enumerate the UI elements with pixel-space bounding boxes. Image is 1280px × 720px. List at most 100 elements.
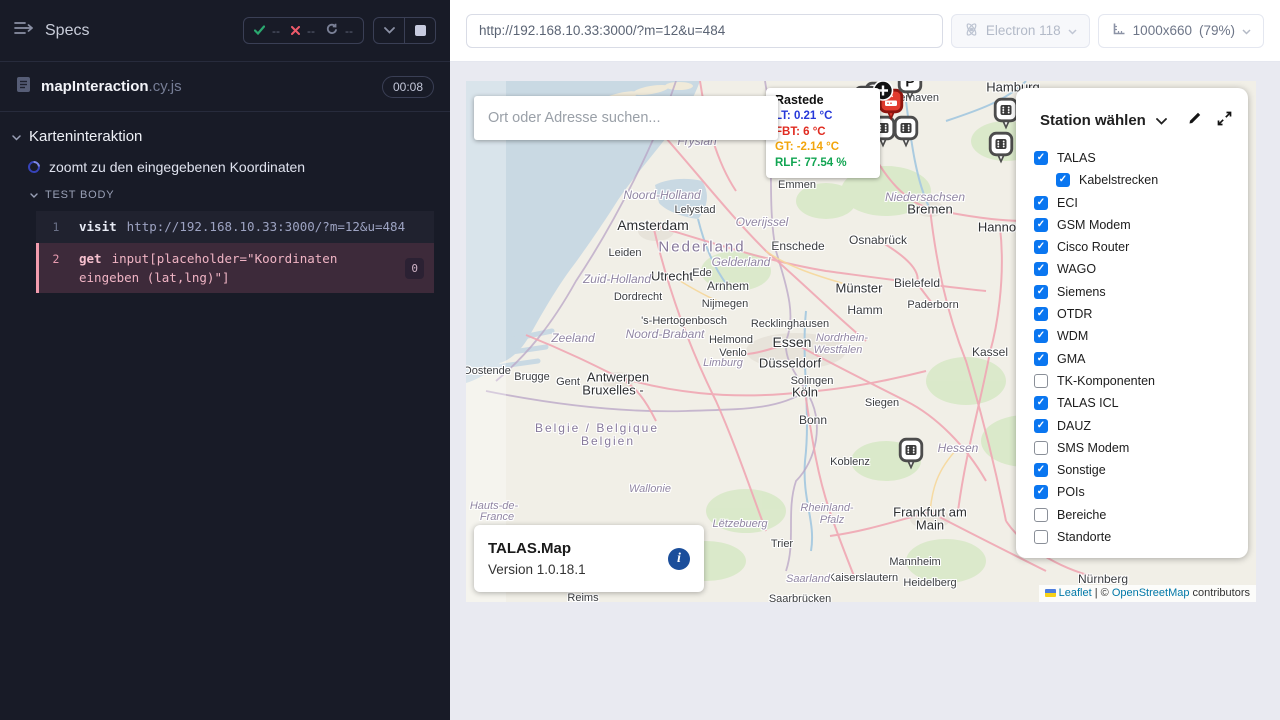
leaflet-link[interactable]: Leaflet — [1059, 587, 1092, 599]
checkbox-checked-icon[interactable] — [1056, 173, 1070, 187]
spec-file-row[interactable]: mapInteraction .cy.js 00:08 — [0, 62, 450, 112]
map-place-label: Koblenz — [830, 456, 870, 468]
station-checkbox-row[interactable]: TALAS ICL — [1034, 396, 1248, 410]
checkbox-checked-icon[interactable] — [1034, 419, 1048, 433]
station-checkbox-row[interactable]: GSM Modem — [1034, 218, 1248, 232]
station-checkbox-row[interactable]: Cisco Router — [1034, 240, 1248, 254]
tooltip-value-row: LT: 0.21 °C — [775, 109, 871, 125]
leaflet-map[interactable]: HamburgBremerhavenBremenNiedersachsenEmm… — [466, 81, 1256, 602]
command-method: get — [79, 251, 102, 266]
command-args: http://192.168.10.33:3000/?m=12&u=484 — [127, 219, 405, 234]
checkbox-checked-icon[interactable] — [1034, 485, 1048, 499]
spec-file-name: mapInteraction — [41, 78, 149, 95]
browser-select[interactable]: Electron 118 — [951, 14, 1090, 48]
station-checkbox-row[interactable]: TALAS — [1034, 151, 1248, 165]
command-row-visit[interactable]: 1 visithttp://192.168.10.33:3000/?m=12&u… — [36, 211, 434, 243]
map-place-label: 's-Hertogenbosch — [641, 315, 727, 327]
checkbox-checked-icon[interactable] — [1034, 329, 1048, 343]
command-row-get[interactable]: 2 getinput[placeholder="Koordinaten eing… — [36, 243, 434, 293]
suite-row[interactable]: Karteninteraktion — [0, 112, 450, 145]
checkbox-checked-icon[interactable] — [1034, 218, 1048, 232]
map-place-label: Westfalen — [814, 344, 863, 356]
map-place-label: Hamm — [847, 303, 882, 317]
station-checkbox-row[interactable]: SMS Modem — [1034, 441, 1248, 455]
station-checkbox-row[interactable]: ECI — [1034, 196, 1248, 210]
checkbox-checked-icon[interactable] — [1034, 396, 1048, 410]
command-number: 2 — [43, 249, 69, 269]
checkbox-unchecked-icon[interactable] — [1034, 508, 1048, 522]
station-checkbox-row[interactable]: POIs — [1034, 485, 1248, 499]
chevron-down-icon[interactable] — [1156, 112, 1167, 130]
station-checkbox-row[interactable]: Kabelstrecken — [1056, 173, 1248, 187]
checkbox-checked-icon[interactable] — [1034, 285, 1048, 299]
station-checkbox-row[interactable]: DAUZ — [1034, 419, 1248, 433]
map-place-label: Lelystad — [675, 204, 716, 216]
station-checkbox-label: Standorte — [1057, 530, 1111, 544]
collapse-chevron-button[interactable] — [374, 18, 404, 43]
checkbox-checked-icon[interactable] — [1034, 151, 1048, 165]
specs-menu-icon[interactable] — [14, 21, 33, 40]
map-marker-p[interactable]: P — [897, 81, 923, 107]
checkbox-checked-icon[interactable] — [1034, 196, 1048, 210]
reporter-header: Specs -- -- -- — [0, 0, 450, 62]
checkbox-checked-icon[interactable] — [1034, 240, 1048, 254]
map-place-label: Helmond — [709, 334, 753, 346]
station-checkbox-label: Siemens — [1057, 285, 1106, 299]
station-checkbox-label: GSM Modem — [1057, 218, 1131, 232]
station-checkbox-label: WDM — [1057, 329, 1088, 343]
map-place-label: Recklinghausen — [751, 318, 829, 330]
map-marker-gray[interactable] — [988, 131, 1014, 170]
search-input[interactable] — [474, 96, 778, 140]
map-place-label: Zuid-Holland — [583, 272, 651, 286]
station-checkbox-label: Cisco Router — [1057, 240, 1129, 254]
viewport-select[interactable]: 1000x660 (79%) — [1098, 14, 1264, 48]
test-row[interactable]: zoomt zu den eingegebenen Koordinaten — [0, 145, 450, 175]
station-checkbox-row[interactable]: OTDR — [1034, 307, 1248, 321]
stop-button[interactable] — [405, 18, 435, 43]
station-checkbox-row[interactable]: Standorte — [1034, 530, 1248, 544]
info-icon[interactable]: i — [668, 548, 690, 570]
checkbox-checked-icon[interactable] — [1034, 463, 1048, 477]
station-checkbox-row[interactable]: WAGO — [1034, 262, 1248, 276]
station-checkbox-row[interactable]: Sonstige — [1034, 463, 1248, 477]
station-checkbox-row[interactable]: Siemens — [1034, 285, 1248, 299]
map-place-label: Nürnberg — [1078, 572, 1128, 586]
test-body-row[interactable]: TEST BODY — [0, 175, 450, 201]
map-place-label: Brugge — [514, 371, 549, 383]
pending-count: -- — [345, 24, 353, 38]
map-marker-gray[interactable] — [898, 437, 924, 476]
map-place-label: Leiden — [608, 247, 641, 259]
fullscreen-expand-icon[interactable] — [1217, 111, 1232, 131]
checkbox-unchecked-icon[interactable] — [1034, 374, 1048, 388]
chevron-down-icon — [12, 128, 21, 145]
checkbox-checked-icon[interactable] — [1034, 262, 1048, 276]
spec-file-icon — [16, 76, 31, 98]
map-place-label: Oostende — [466, 365, 511, 377]
station-checkbox-row[interactable]: TK-Komponenten — [1034, 374, 1248, 388]
command-count-badge: 0 — [405, 258, 424, 279]
map-place-label: Ede — [692, 267, 712, 279]
station-checkbox-row[interactable]: WDM — [1034, 329, 1248, 343]
station-checkbox-row[interactable]: GMA — [1034, 352, 1248, 366]
station-checkbox-label: POIs — [1057, 485, 1085, 499]
map-place-label: Arnhem — [707, 279, 749, 293]
map-place-label: Nijmegen — [702, 298, 748, 310]
map-place-label: Lëtzebuerg — [712, 518, 767, 530]
viewport-scale: (79%) — [1199, 23, 1235, 38]
map-info-box: TALAS.Map Version 1.0.18.1 i — [474, 525, 704, 592]
map-place-label: Gent — [556, 376, 580, 388]
station-checkbox-row[interactable]: Bereiche — [1034, 508, 1248, 522]
test-title: zoomt zu den eingegebenen Koordinaten — [49, 159, 305, 175]
map-place-label: Utrecht — [651, 269, 693, 284]
station-list: TALAS Kabelstrecken ECI GSM Modem Cisco Rout… — [1016, 143, 1248, 544]
checkbox-checked-icon[interactable] — [1034, 352, 1048, 366]
map-place-label: Wallonie — [629, 483, 671, 495]
checkbox-unchecked-icon[interactable] — [1034, 530, 1048, 544]
checkbox-checked-icon[interactable] — [1034, 307, 1048, 321]
url-input[interactable] — [466, 14, 943, 48]
edit-pencil-icon[interactable] — [1187, 110, 1203, 131]
station-select-label[interactable]: Station wählen — [1040, 112, 1146, 129]
osm-link[interactable]: OpenStreetMap — [1112, 587, 1190, 599]
checkbox-unchecked-icon[interactable] — [1034, 441, 1048, 455]
map-place-label: Paderborn — [907, 299, 958, 311]
